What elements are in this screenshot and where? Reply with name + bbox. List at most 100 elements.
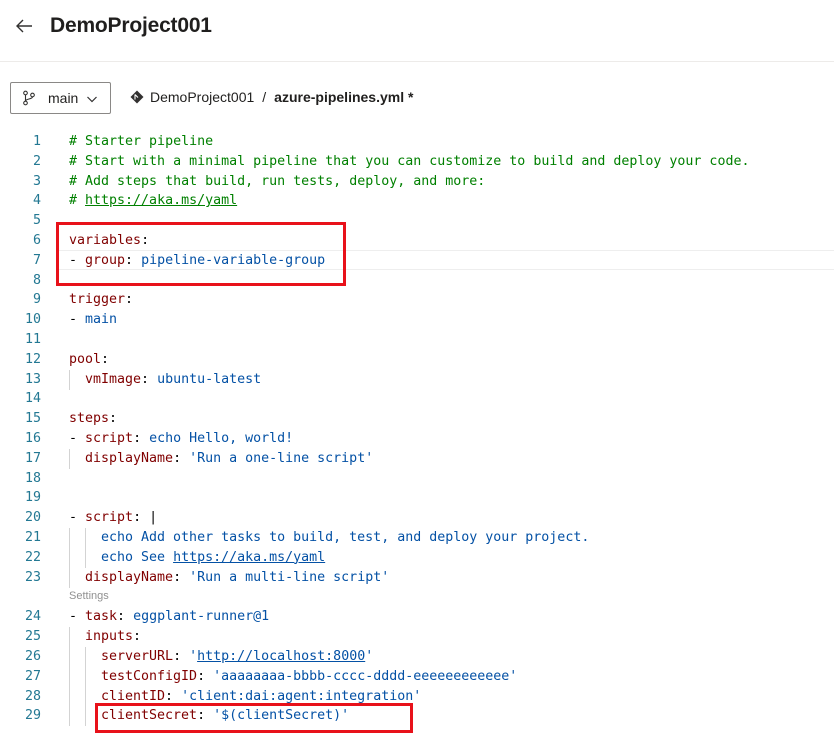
indent-guide	[85, 666, 101, 687]
code-line: 21 echo Add other tasks to build, test, a…	[0, 528, 834, 548]
line-number: 4	[32, 193, 41, 209]
line-number: 7	[32, 252, 41, 268]
code-token: -	[69, 609, 86, 625]
code-text: # https://aka.ms/yaml	[69, 191, 237, 211]
breadcrumb-file-name: azure-pipelines.yml *	[274, 89, 414, 105]
code-text: displayName: 'Run a multi-line script'	[69, 567, 390, 588]
code-line: 26 serverURL: 'http://localhost:8000'	[0, 647, 834, 667]
code-line: 25 inputs:	[0, 627, 834, 648]
editor-toolbar: main DemoProject001 / azure-pipelines.ym…	[0, 80, 834, 116]
page-title: DemoProject001	[50, 14, 212, 37]
line-number: 12	[24, 351, 41, 367]
code-token: 'Run a multi-line script'	[189, 569, 390, 585]
code-line: 10 - main	[0, 310, 834, 330]
code-text: # Start with a minimal pipeline that you…	[69, 152, 749, 172]
code-token: main	[85, 312, 118, 328]
code-token: #	[69, 193, 86, 209]
code-token: 'aaaaaaaa-bbbb-cccc-dddd-eeeeeeeeeeee'	[213, 668, 518, 684]
settings-codelens-link[interactable]: Settings	[69, 588, 109, 604]
indent-guide	[69, 686, 85, 707]
code-token: :	[165, 688, 182, 704]
code-line: 2 # Start with a minimal pipeline that yo…	[0, 152, 834, 172]
code-link[interactable]: https://aka.ms/yaml	[85, 193, 237, 208]
code-line: 23 displayName: 'Run a multi-line script'	[0, 567, 834, 588]
line-number: 24	[24, 609, 41, 625]
code-token: clientID	[101, 688, 166, 704]
line-number: 16	[24, 431, 41, 446]
code-line: 1 # Starter pipeline	[0, 132, 834, 152]
arrow-left-icon	[16, 19, 32, 33]
code-text: echo See https://aka.ms/yaml	[69, 547, 325, 568]
code-token: task	[85, 609, 118, 625]
indent-guide	[69, 627, 85, 648]
code-token: 'client:dai:agent:integration'	[181, 688, 422, 704]
code-token: :	[173, 649, 190, 664]
line-number: 25	[24, 629, 41, 645]
breadcrumb: DemoProject001 / azure-pipelines.yml *	[130, 89, 413, 105]
breadcrumb-repo-link[interactable]: DemoProject001	[150, 89, 254, 105]
line-number: 23	[24, 569, 41, 585]
code-link[interactable]: http://localhost:8000	[197, 649, 365, 664]
line-number: 6	[32, 233, 41, 248]
code-token: echo See	[101, 549, 174, 565]
code-line: 13 vmImage: ubuntu-latest	[0, 369, 834, 390]
line-number: 11	[24, 332, 41, 347]
code-token: :	[133, 629, 142, 645]
indent-guide	[69, 666, 85, 687]
chevron-down-icon	[86, 92, 98, 104]
code-text: - script: |	[69, 508, 157, 528]
code-line: 18	[0, 469, 834, 489]
indent-guide	[85, 647, 101, 667]
line-number: 3	[32, 173, 41, 189]
indent-guide	[69, 647, 85, 667]
code-line: 19	[0, 488, 834, 508]
code-text: testConfigID: 'aaaaaaaa-bbbb-cccc-dddd-e…	[69, 666, 518, 687]
code-line: 22 echo See https://aka.ms/yaml	[0, 547, 834, 568]
code-token: :	[109, 411, 118, 427]
code-token: # Add steps that build, run tests, deplo…	[69, 173, 486, 189]
code-line: 27 testConfigID: 'aaaaaaaa-bbbb-cccc-dddd…	[0, 666, 834, 687]
code-token: ubuntu-latest	[157, 371, 262, 387]
code-token: pool	[69, 351, 102, 367]
code-token: eggplant-runner@1	[133, 609, 270, 625]
branch-label: main	[48, 90, 79, 106]
code-link[interactable]: https://aka.ms/yaml	[173, 550, 325, 565]
code-token: trigger	[69, 292, 126, 308]
indent-guide	[69, 567, 85, 588]
line-number: 26	[24, 649, 41, 664]
line-number: 29	[24, 708, 41, 724]
code-text: serverURL: 'http://localhost:8000'	[69, 647, 373, 667]
code-line: 4 # https://aka.ms/yaml	[0, 191, 834, 211]
code-line: 15 steps:	[0, 409, 834, 429]
code-line: 20 - script: |	[0, 508, 834, 528]
code-token: :	[173, 450, 190, 466]
code-token: script	[85, 510, 134, 526]
code-token: -	[69, 510, 86, 526]
line-number: 20	[24, 510, 41, 526]
indent-guide	[69, 706, 85, 727]
code-line: 17 displayName: 'Run a one-line script'	[0, 448, 834, 469]
indent-guide	[69, 547, 85, 568]
code-text: pool:	[69, 350, 109, 370]
indent-guide	[85, 528, 101, 548]
code-token: :	[197, 668, 214, 684]
code-token: script	[85, 431, 134, 446]
page-header: DemoProject001	[0, 0, 834, 62]
code-text: vmImage: ubuntu-latest	[69, 369, 262, 390]
code-line: 9 trigger:	[0, 290, 834, 310]
code-text: inputs:	[69, 627, 142, 648]
repo-diamond-icon	[130, 90, 144, 104]
code-text: trigger:	[69, 290, 133, 310]
git-branch-icon	[21, 90, 37, 106]
code-text: - script: echo Hello, world!	[69, 429, 293, 449]
code-token: echo Hello, world!	[149, 431, 294, 446]
code-token: testConfigID	[101, 668, 198, 684]
code-token: :	[133, 510, 150, 526]
code-text: displayName: 'Run a one-line script'	[69, 448, 373, 469]
code-text: echo Add other tasks to build, test, and…	[69, 528, 589, 548]
line-number: 18	[24, 470, 41, 486]
highlight-box-client-secret	[95, 703, 413, 733]
code-text: steps:	[69, 409, 117, 429]
branch-selector-button[interactable]: main	[10, 82, 111, 114]
back-button[interactable]	[12, 14, 36, 38]
